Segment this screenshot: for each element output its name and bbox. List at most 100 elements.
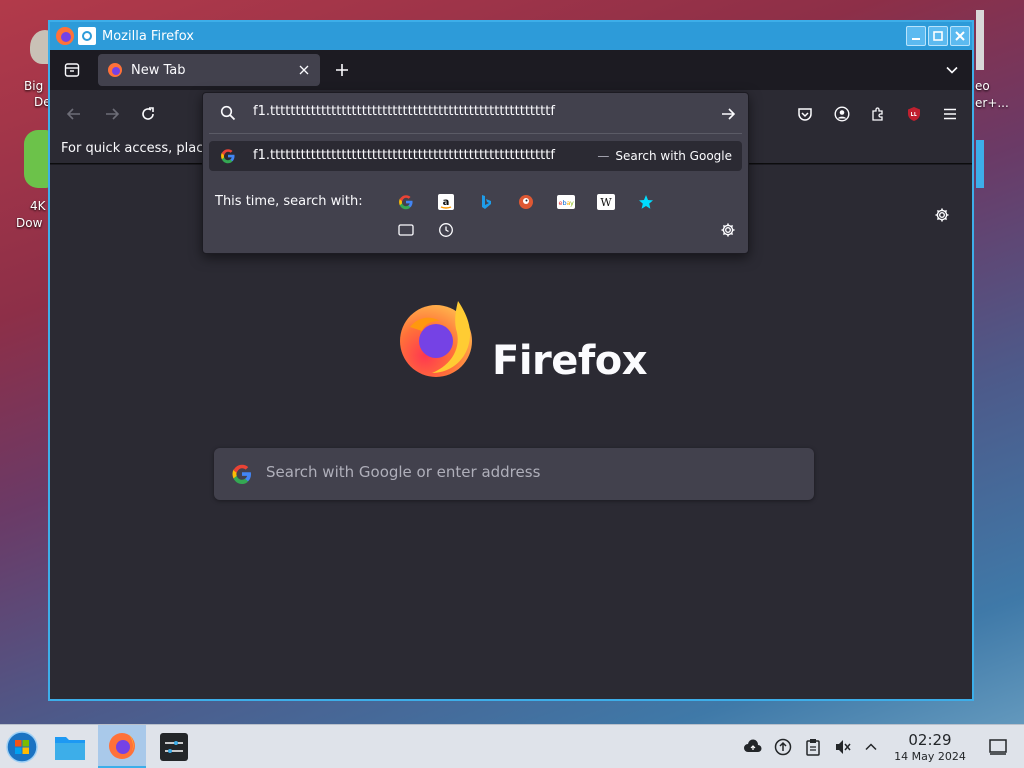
digital-clock[interactable]: 02:29 14 May 2024: [882, 731, 978, 763]
firefox-wordmark: Firefox: [492, 338, 648, 384]
amazon-icon[interactable]: a: [435, 191, 457, 213]
new-tab-button[interactable]: [330, 58, 354, 82]
tray-volume[interactable]: [832, 725, 854, 768]
desktop-icon-4k-downloader[interactable]: [24, 130, 50, 188]
firefox-icon: [109, 732, 135, 759]
tabs-icon[interactable]: [395, 219, 417, 241]
plus-icon: [336, 64, 348, 76]
maximize-button[interactable]: [928, 26, 948, 46]
taskbar-file-manager[interactable]: [48, 725, 92, 768]
desktop-label-4k: 4K: [30, 199, 46, 213]
kde-start-icon: [6, 731, 38, 763]
pocket-icon: [798, 108, 812, 121]
desktop-label-er: er+...: [975, 96, 1009, 110]
suggestion-dash: —: [597, 149, 610, 163]
folder-icon: [55, 737, 85, 760]
window-title: Mozilla Firefox: [102, 28, 194, 44]
gear-icon: [721, 223, 735, 237]
google-icon: [230, 462, 254, 486]
minimize-icon: [912, 38, 920, 40]
settings-sliders-icon: [160, 733, 188, 761]
search-settings-button[interactable]: [717, 219, 739, 241]
arrow-right-icon: [106, 108, 120, 120]
cloud-upload-icon: [744, 739, 762, 752]
search-placeholder: Search with Google or enter address: [266, 463, 541, 481]
google-icon[interactable]: [395, 191, 417, 213]
close-icon: [299, 65, 309, 75]
reload-button[interactable]: [136, 102, 160, 126]
taskbar-system-settings[interactable]: [152, 725, 196, 768]
svg-text:y: y: [570, 199, 574, 207]
back-button[interactable]: [62, 102, 86, 126]
suggestion-action: — Search with Google: [597, 149, 732, 163]
close-tab-button[interactable]: [296, 62, 312, 78]
one-off-search-buttons: This time, search with: a ebay W: [203, 181, 748, 253]
customize-new-tab-button[interactable]: [930, 203, 954, 227]
window-titlebar[interactable]: Mozilla Firefox: [50, 22, 972, 50]
urlbar[interactable]: f1.ttttttttttttttttttttttttttttttttttttt…: [203, 93, 748, 134]
bookmarks-star-icon[interactable]: [635, 191, 657, 213]
list-all-tabs-button[interactable]: [940, 58, 964, 82]
firefox-logo: [396, 295, 478, 379]
tab-title: New Tab: [131, 62, 186, 78]
reload-icon: [142, 107, 154, 120]
wikipedia-icon[interactable]: W: [595, 191, 617, 213]
close-window-button[interactable]: [950, 26, 970, 46]
ebay-icon[interactable]: ebay: [555, 191, 577, 213]
tab-new-tab[interactable]: New Tab: [98, 54, 320, 86]
tab-strip: New Tab: [50, 50, 972, 90]
taskbar: 02:29 14 May 2024: [0, 724, 1024, 768]
maximize-icon: [933, 31, 943, 41]
clipboard-icon: [806, 739, 820, 756]
search-icon: [219, 104, 237, 122]
desktop-label-big: Big: [24, 79, 44, 93]
puzzle-icon: [872, 107, 883, 121]
urlbar-separator: [209, 133, 742, 134]
start-menu-button[interactable]: [2, 725, 42, 768]
suggestion-action-label: Search with Google: [615, 149, 732, 163]
tab-favicon-icon: [107, 62, 123, 78]
chevron-down-icon: [946, 66, 958, 74]
history-icon[interactable]: [435, 219, 457, 241]
desktop-icon-right-blue[interactable]: [976, 140, 984, 188]
arrow-right-icon: [722, 108, 736, 120]
update-arrow-icon: [774, 738, 792, 756]
firefox-app-icon: [54, 25, 76, 47]
account-button[interactable]: [830, 102, 854, 126]
firefox-view-button[interactable]: [60, 58, 84, 82]
tray-cloud-sync[interactable]: [742, 725, 764, 768]
svg-text:a: a: [443, 197, 450, 208]
tray-clipboard[interactable]: [802, 725, 824, 768]
new-tab-search-box[interactable]: Search with Google or enter address: [214, 448, 814, 500]
show-desktop-button[interactable]: [986, 725, 1010, 768]
save-to-pocket-button[interactable]: [793, 102, 817, 126]
desktop-label-dow: Dow: [16, 216, 43, 230]
google-icon: [219, 147, 237, 165]
urlbar-input[interactable]: f1.ttttttttttttttttttttttttttttttttttttt…: [253, 104, 555, 119]
ublock-origin-button[interactable]: [902, 102, 926, 126]
bing-icon[interactable]: [475, 191, 497, 213]
desktop-icon-right-file[interactable]: [976, 10, 984, 70]
arrow-left-icon: [66, 108, 80, 120]
suggestion-query: f1.ttttttttttttttttttttttttttttttttttttt…: [253, 148, 555, 163]
ublock-shield-icon: [908, 107, 920, 121]
forward-button[interactable]: [100, 102, 124, 126]
clock-date: 14 May 2024: [894, 750, 966, 763]
minimize-button[interactable]: [906, 26, 926, 46]
tray-updates[interactable]: [772, 725, 794, 768]
tray-expand-button[interactable]: [860, 725, 882, 768]
firefox-view-icon: [64, 63, 80, 77]
desktop-label-eo: eo: [975, 79, 990, 93]
bookmarks-toolbar-hint: For quick access, plac: [61, 141, 204, 156]
go-button[interactable]: [717, 103, 739, 125]
duckduckgo-icon[interactable]: [515, 191, 537, 213]
window-menu-icon[interactable]: [78, 27, 96, 45]
account-icon: [834, 106, 850, 122]
taskbar-firefox[interactable]: [98, 725, 146, 768]
close-icon: [955, 31, 965, 41]
app-menu-button[interactable]: [938, 102, 962, 126]
extensions-button[interactable]: [866, 102, 890, 126]
one-off-label: This time, search with:: [215, 194, 363, 209]
gear-icon: [935, 208, 949, 222]
search-suggestion-row[interactable]: f1.ttttttttttttttttttttttttttttttttttttt…: [209, 141, 742, 171]
